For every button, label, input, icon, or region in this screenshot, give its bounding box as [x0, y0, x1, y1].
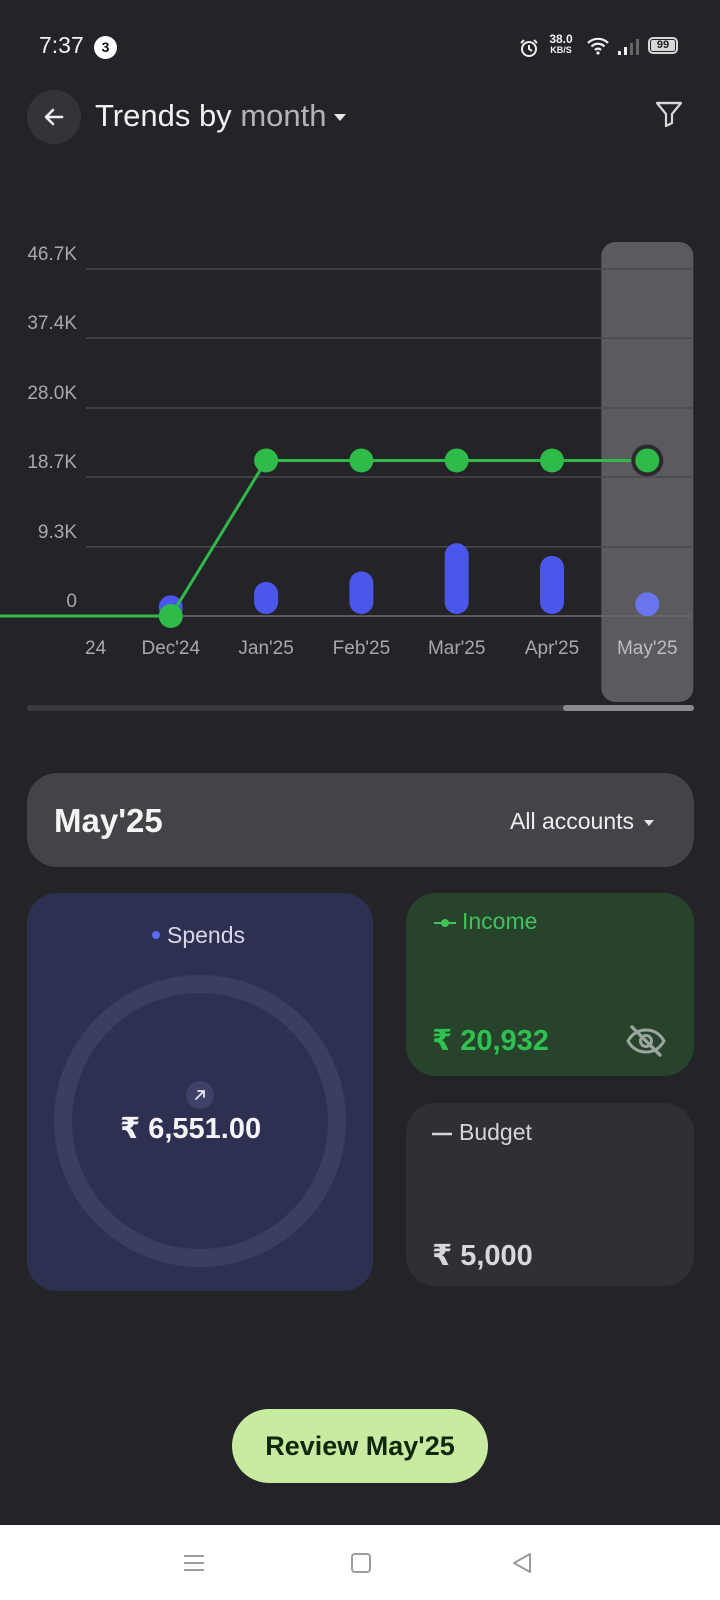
y-tick-label: 18.7K: [27, 452, 77, 473]
spends-bar: [254, 581, 279, 614]
spends-bar: [635, 592, 660, 617]
x-tick-label: Feb'25: [333, 638, 391, 659]
network-speed: 38.0 KB/S: [545, 32, 577, 56]
period-selector[interactable]: month: [240, 98, 326, 133]
y-tick-label: 46.7K: [27, 244, 77, 265]
battery-icon: 99: [648, 37, 678, 54]
income-label: Income: [434, 908, 537, 935]
spends-bar: [349, 571, 374, 614]
selected-month-label: May'25: [54, 802, 163, 839]
budget-amount: ₹ 5,000: [432, 1240, 533, 1272]
wifi-icon: [586, 37, 610, 60]
back-button[interactable]: [27, 90, 81, 144]
trend-chart[interactable]: 0 9.3K 18.7K 28.0K 37.4K 46.7K 24 Dec'24 Jan'25 F…: [0, 230, 720, 710]
spends-amount: ₹ 6,551.00: [120, 1113, 262, 1145]
y-tick-label: 28.0K: [27, 383, 77, 404]
battery-level: 99: [651, 40, 675, 51]
notification-count-badge: 3: [94, 36, 117, 59]
menu-icon[interactable]: [183, 1553, 205, 1578]
funnel-icon: [655, 101, 683, 128]
arrow-left-icon: [44, 108, 64, 126]
income-point: [158, 604, 183, 628]
budget-label: Budget: [432, 1119, 532, 1146]
arrow-up-right-icon: [195, 1090, 205, 1100]
signal-icon: [617, 37, 641, 60]
income-point: [444, 448, 469, 473]
back-triangle-icon[interactable]: [510, 1551, 534, 1580]
spends-legend-dot: [152, 930, 160, 939]
review-month-button[interactable]: Review May'25: [232, 1409, 488, 1483]
network-speed-unit: KB/S: [550, 45, 572, 55]
home-square-icon[interactable]: [350, 1552, 372, 1579]
spends-label: Spends: [152, 922, 245, 949]
page-title[interactable]: Trends by month: [95, 98, 347, 134]
status-time: 7:37: [39, 32, 84, 58]
x-tick-label: 24: [85, 638, 107, 659]
x-tick-label: Jan'25: [238, 638, 293, 659]
y-tick-label: 0: [66, 591, 77, 612]
x-tick-label: Mar'25: [428, 638, 485, 659]
y-tick-label: 37.4K: [27, 313, 77, 334]
budget-label-text: Budget: [459, 1119, 532, 1145]
open-spends-button[interactable]: [186, 1081, 214, 1109]
income-label-text: Income: [462, 908, 538, 934]
alarm-icon: [519, 38, 539, 63]
income-point: [254, 448, 279, 473]
accounts-dropdown[interactable]: All accounts: [510, 808, 655, 835]
x-tick-label: May'25: [617, 638, 678, 659]
y-tick-label: 9.3K: [38, 522, 77, 543]
accounts-dropdown-label: All accounts: [510, 808, 635, 834]
x-tick-label: Dec'24: [142, 638, 201, 659]
income-point: [349, 448, 374, 473]
page-title-text: Trends by: [95, 98, 232, 133]
x-tick-label: Apr'25: [525, 638, 579, 659]
eye-off-icon[interactable]: [625, 1024, 667, 1063]
caret-down-icon: [334, 114, 347, 122]
network-speed-value: 38.0: [549, 32, 573, 46]
chart-scrollbar-thumb[interactable]: [563, 705, 694, 711]
income-point: [635, 448, 660, 473]
spends-bar: [540, 555, 564, 614]
income-point: [540, 448, 564, 473]
dash-legend-icon: [432, 1132, 452, 1136]
spends-label-text: Spends: [167, 922, 246, 948]
caret-down-icon: [644, 819, 655, 826]
line-dot-legend-icon: [434, 918, 456, 927]
income-amount: ₹ 20,932: [432, 1025, 549, 1057]
spends-bar: [444, 543, 469, 614]
filter-button[interactable]: [655, 100, 683, 133]
